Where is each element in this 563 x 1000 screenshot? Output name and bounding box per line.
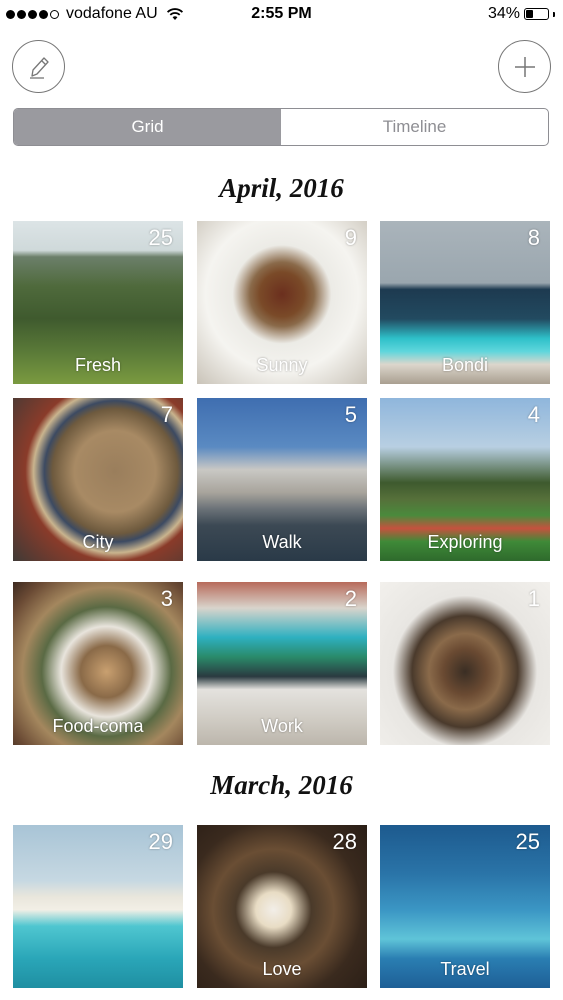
album-tile-fresh[interactable]: 25 Fresh [13, 221, 183, 384]
album-tile-city[interactable]: 7 City [13, 398, 183, 561]
battery-fill [526, 10, 534, 18]
status-time: 2:55 PM [251, 5, 312, 22]
album-label: Work [261, 716, 303, 736]
album-label: Fresh [74, 355, 121, 375]
album-tile-bondi[interactable]: 8 Bondi [380, 221, 550, 384]
plus-icon [514, 56, 535, 77]
pencil-icon [29, 56, 49, 79]
album-tile-walk[interactable]: 5 Walk [197, 398, 367, 561]
album-label: Walk [262, 532, 302, 552]
album-label: Sunny [256, 355, 308, 375]
album-label: Food-coma [52, 716, 144, 736]
album-count: 28 [332, 829, 357, 854]
album-label: Travel [440, 959, 490, 979]
album-tile-food-coma[interactable]: 3 Food-coma [13, 582, 183, 745]
edit-button[interactable] [12, 40, 65, 93]
album-tile-beach[interactable]: 29 [13, 825, 183, 988]
album-count: 9 [344, 225, 357, 250]
status-bar: vodafone AU 2:55 PM 34% [0, 0, 563, 30]
view-mode-segmented-control: Grid Timeline [13, 108, 549, 146]
section-title-april: April, 2016 [219, 173, 344, 203]
album-count: 25 [148, 225, 173, 250]
section-title-march: March, 2016 [210, 770, 353, 800]
album-label: Bondi [441, 355, 489, 375]
album-count: 25 [515, 829, 540, 854]
album-count: 7 [160, 402, 173, 427]
album-label: Love [262, 959, 302, 979]
album-count: 2 [344, 586, 357, 611]
album-count: 29 [148, 829, 173, 854]
tab-timeline[interactable]: Timeline [281, 109, 548, 145]
album-tile-travel[interactable]: 25 Travel [380, 825, 550, 988]
album-tile-love[interactable]: 28 Love [197, 825, 367, 988]
album-count: 5 [344, 402, 357, 427]
album-count: 3 [160, 586, 173, 611]
album-tile-exploring[interactable]: 4 Exploring [380, 398, 550, 561]
album-label: City [82, 532, 114, 552]
album-label: Exploring [427, 532, 503, 552]
battery-percentage: 34% [487, 5, 520, 22]
album-tile-sunny[interactable]: 9 Sunny [197, 221, 367, 384]
album-count: 4 [527, 402, 540, 427]
album-tile-work[interactable]: 2 Work [197, 582, 367, 745]
album-tile-cat[interactable]: 1 [380, 582, 550, 745]
album-count: 8 [527, 225, 540, 250]
album-count: 1 [527, 586, 540, 611]
status-right: 34% [488, 5, 555, 23]
battery-cap [553, 11, 555, 17]
battery-icon [524, 8, 549, 20]
add-button[interactable] [498, 40, 551, 93]
tab-grid[interactable]: Grid [14, 109, 281, 145]
